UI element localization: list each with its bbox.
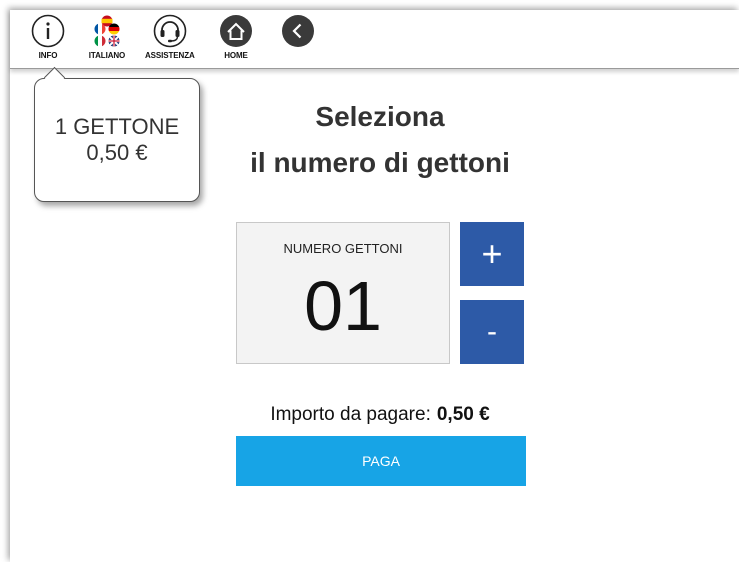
page-title-line2: il numero di gettoni [250,147,510,178]
assistance-button[interactable]: ASSISTENZA [145,12,195,66]
amount-value: 0,50 € [436,404,490,425]
page-title-line1: Seleziona [315,101,445,132]
flags-icon [87,12,127,50]
info-icon [28,12,68,50]
increment-button[interactable]: + [460,222,524,286]
info-tooltip: 1 GETTONE 0,50 € [34,78,200,202]
amount-label: Importo da pagare: [270,404,431,425]
kiosk-window: INFO ITALIANO ASSISTENZA HOME 1 GETTONE … [10,10,739,562]
decrement-button[interactable]: - [460,300,524,364]
top-toolbar: INFO ITALIANO ASSISTENZA HOME [10,10,739,69]
tooltip-token-count: 1 GETTONE [54,114,180,139]
counter-label: NUMERO GETTONI [283,241,403,256]
amount-due: Importo da pagare: 0,50 € [236,404,524,426]
headset-icon [150,12,190,50]
home-label: HOME [224,51,248,60]
token-counter: NUMERO GETTONI 01 [236,222,450,364]
pay-button[interactable]: PAGA [236,436,526,486]
home-button[interactable]: HOME [216,12,256,66]
page-title: Seleziona il numero di gettoni [200,94,560,186]
info-label: INFO [38,51,58,60]
assistance-label: ASSISTENZA [145,51,195,60]
chevron-left-icon [278,12,318,50]
counter-value: 01 [304,267,382,345]
back-button[interactable] [278,12,318,66]
info-button[interactable]: INFO [28,12,68,66]
tooltip-token-price: 0,50 € [86,140,148,165]
home-icon [216,12,256,50]
language-label: ITALIANO [88,51,126,60]
language-button[interactable]: ITALIANO [87,12,127,66]
